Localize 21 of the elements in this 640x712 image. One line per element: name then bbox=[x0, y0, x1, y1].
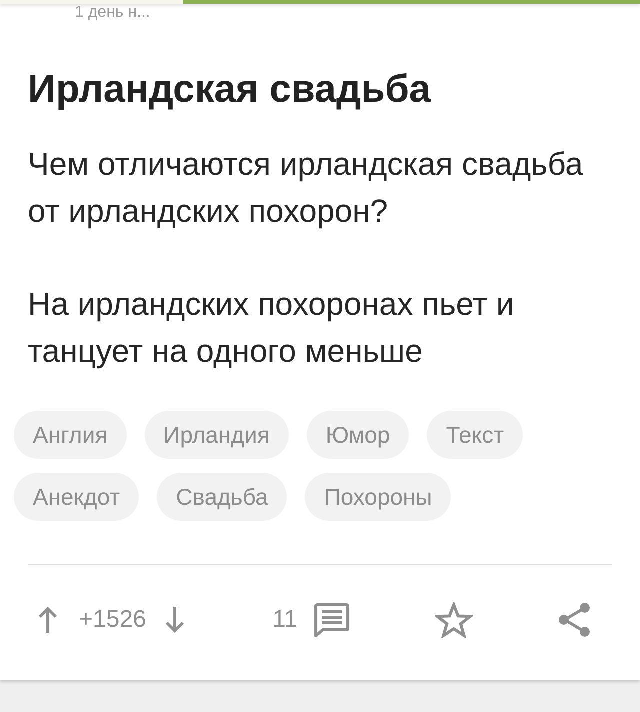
down-arrow-icon bbox=[165, 606, 186, 634]
share-button[interactable] bbox=[558, 602, 592, 638]
comment-icon bbox=[314, 603, 350, 637]
up-arrow-icon bbox=[38, 606, 58, 634]
tag-chip[interactable]: Ирландия bbox=[144, 411, 289, 459]
post-paragraph: На ирландских похоронах пьет и танцует на одного меньше bbox=[28, 285, 516, 371]
tag-chip[interactable]: Анекдот bbox=[14, 473, 140, 521]
tag-chip[interactable]: Похороны bbox=[305, 473, 452, 521]
tag-chip[interactable]: Текст bbox=[427, 411, 524, 459]
post-paragraph: Чем отличаются ирландская свадьба от ирландских похорон? bbox=[28, 145, 584, 231]
post-time: 1 день н... bbox=[75, 4, 150, 22]
share-icon bbox=[558, 602, 592, 638]
favorite-button[interactable] bbox=[434, 602, 473, 638]
comments-button[interactable]: 11 bbox=[272, 602, 350, 638]
star-icon bbox=[434, 602, 473, 638]
upvote-button[interactable] bbox=[36, 604, 60, 636]
tag-chip[interactable]: Англия bbox=[14, 411, 127, 459]
rating-value: +1526 bbox=[79, 605, 146, 635]
tag-chip[interactable]: Свадьба bbox=[157, 473, 288, 521]
post-title: Ирландская свадьба bbox=[28, 67, 432, 113]
tag-chip[interactable]: Юмор bbox=[306, 411, 410, 459]
